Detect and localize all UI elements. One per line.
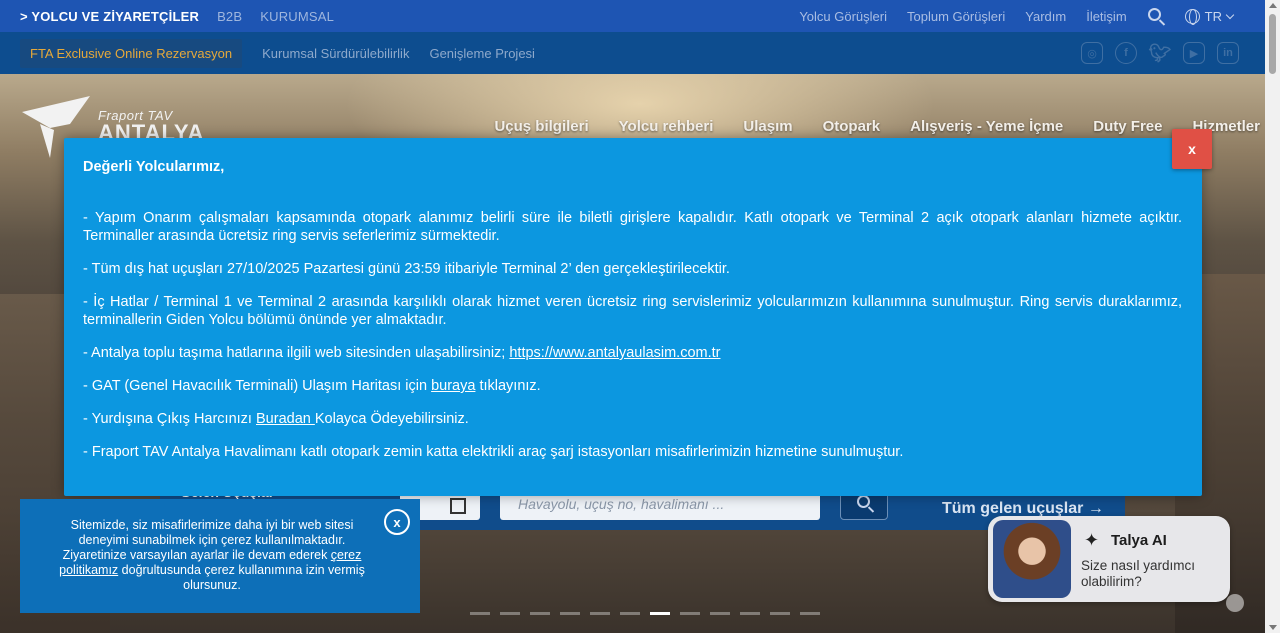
nav-flight-info[interactable]: Uçuş bilgileri	[494, 118, 588, 135]
facebook-icon[interactable]: f	[1115, 42, 1137, 64]
nav-passenger-guide[interactable]: Yolcu rehberi	[619, 118, 714, 135]
nav-duty-free[interactable]: Duty Free	[1093, 118, 1162, 135]
linkedin-icon[interactable]: in	[1217, 42, 1239, 64]
topnav-corporate[interactable]: KURUMSAL	[260, 9, 334, 24]
modal-text: - GAT (Genel Havacılık Terminali) Ulaşım…	[83, 378, 432, 394]
slider-dot[interactable]	[500, 612, 520, 615]
modal-paragraph: - Fraport TAV Antalya Havalimanı katlı o…	[83, 444, 904, 460]
slider-dot[interactable]	[710, 612, 730, 615]
modal-paragraph: - Yapım Onarım çalışmaları kapsamında ot…	[83, 210, 1182, 244]
slider-dot[interactable]	[770, 612, 790, 615]
cookie-notice: Sitemizde, siz misafirlerimize daha iyi …	[20, 499, 420, 613]
slider-dot[interactable]	[620, 612, 640, 615]
language-label: TR	[1204, 8, 1222, 24]
twitter-icon[interactable]: 🐦︎	[1149, 42, 1172, 64]
slider-dot[interactable]	[800, 612, 820, 615]
search-icon	[857, 495, 870, 508]
expansion-project-link[interactable]: Genişleme Projesi	[429, 46, 535, 61]
globe-icon	[1184, 8, 1200, 25]
announcement-modal: Değerli Yolcularımız, - Yapım Onarım çal…	[64, 138, 1202, 496]
cookie-text: Sitemizde, siz misafirlerimize daha iyi …	[70, 518, 354, 547]
slider-dot[interactable]	[650, 612, 670, 615]
slider-dot[interactable]	[680, 612, 700, 615]
modal-paragraph: - Antalya toplu taşıma hatlarına ilgili …	[83, 344, 1182, 362]
modal-text: - Antalya toplu taşıma hatlarına ilgili …	[83, 345, 510, 361]
slider-dot[interactable]	[470, 612, 490, 615]
scroll-up-icon[interactable]	[1269, 3, 1277, 8]
modal-paragraph: - GAT (Genel Havacılık Terminali) Ulaşım…	[83, 377, 1182, 395]
sustainability-link[interactable]: Kurumsal Sürdürülebilirlik	[262, 46, 409, 61]
cookie-text-2: Ziyaretinize varsayılan ayarlar ile deva…	[44, 548, 380, 593]
slider-dot[interactable]	[560, 612, 580, 615]
modal-paragraph: - Tüm dış hat uçuşları 27/10/2025 Pazart…	[83, 261, 730, 277]
scroll-down-icon[interactable]	[1269, 625, 1277, 630]
transport-website-link[interactable]: https://www.antalyaulasim.com.tr	[509, 345, 720, 361]
modal-text: Kolayca Ödeyebilirsiniz.	[314, 411, 469, 427]
youtube-icon[interactable]: ▶	[1183, 42, 1205, 64]
assistant-subtitle: Size nasıl yardımcı olabilirim?	[1081, 558, 1196, 589]
avatar	[993, 520, 1071, 598]
assistant-name: Talya AI	[1111, 532, 1167, 549]
cookie-close-button[interactable]: x	[384, 509, 410, 535]
topnav-passenger-feedback[interactable]: Yolcu Görüşleri	[799, 9, 887, 24]
top-bar: > YOLCU VE ZİYARETÇİLER B2B KURUMSAL Yol…	[0, 0, 1265, 32]
slider-dot[interactable]	[530, 612, 550, 615]
topnav-help[interactable]: Yardım	[1025, 9, 1066, 24]
slider-dot[interactable]	[590, 612, 610, 615]
search-button[interactable]	[1147, 7, 1165, 25]
scrollbar[interactable]	[1265, 0, 1280, 633]
slider-dot[interactable]	[740, 612, 760, 615]
sub-bar: FTA Exclusive Online Rezervasyon Kurumsa…	[0, 32, 1265, 74]
main-nav: Uçuş bilgileri Yolcu rehberi Ulaşım Otop…	[494, 118, 1260, 135]
topnav-community-feedback[interactable]: Toplum Görüşleri	[907, 9, 1005, 24]
chevron-right-icon[interactable]	[1226, 594, 1244, 612]
search-icon	[1147, 8, 1161, 21]
modal-title: Değerli Yolcularımız,	[83, 159, 225, 175]
modal-text: tıklayınız.	[475, 378, 541, 394]
language-selector[interactable]: TR	[1184, 8, 1235, 25]
nav-transport[interactable]: Ulaşım	[743, 118, 792, 135]
instagram-icon[interactable]: ◎	[1081, 42, 1103, 64]
gat-map-link[interactable]: buraya	[431, 378, 475, 394]
cookie-text: doğrultusunda çerez kullanımına izin ver…	[118, 563, 365, 592]
modal-close-button[interactable]: x	[1172, 129, 1212, 169]
topnav-contact[interactable]: İletişim	[1086, 9, 1126, 24]
nav-shopping-dining[interactable]: Alışveriş - Yeme İçme	[910, 118, 1063, 135]
fta-reservation-link[interactable]: FTA Exclusive Online Rezervasyon	[20, 38, 243, 68]
talya-ai-widget[interactable]: ✦ Talya AI Size nasıl yardımcı olabiliri…	[988, 516, 1230, 602]
nav-parking[interactable]: Otopark	[823, 118, 881, 135]
topnav-passengers[interactable]: > YOLCU VE ZİYARETÇİLER	[20, 9, 199, 24]
topnav-b2b[interactable]: B2B	[217, 9, 242, 24]
scrollbar-thumb[interactable]	[1269, 14, 1276, 74]
cookie-text: Ziyaretinize varsayılan ayarlar ile deva…	[62, 548, 331, 562]
modal-paragraph: - İç Hatlar / Terminal 1 ve Terminal 2 a…	[83, 294, 1182, 328]
sparkle-icon: ✦	[1084, 530, 1100, 550]
exit-fee-link[interactable]: Buradan	[256, 411, 315, 427]
slider-dots	[470, 612, 820, 615]
modal-paragraph: - Yurdışına Çıkış Harcınızı Buradan Kola…	[83, 410, 1182, 428]
modal-text: - Yurdışına Çıkış Harcınızı	[83, 411, 256, 427]
chevron-down-icon	[1225, 10, 1235, 19]
